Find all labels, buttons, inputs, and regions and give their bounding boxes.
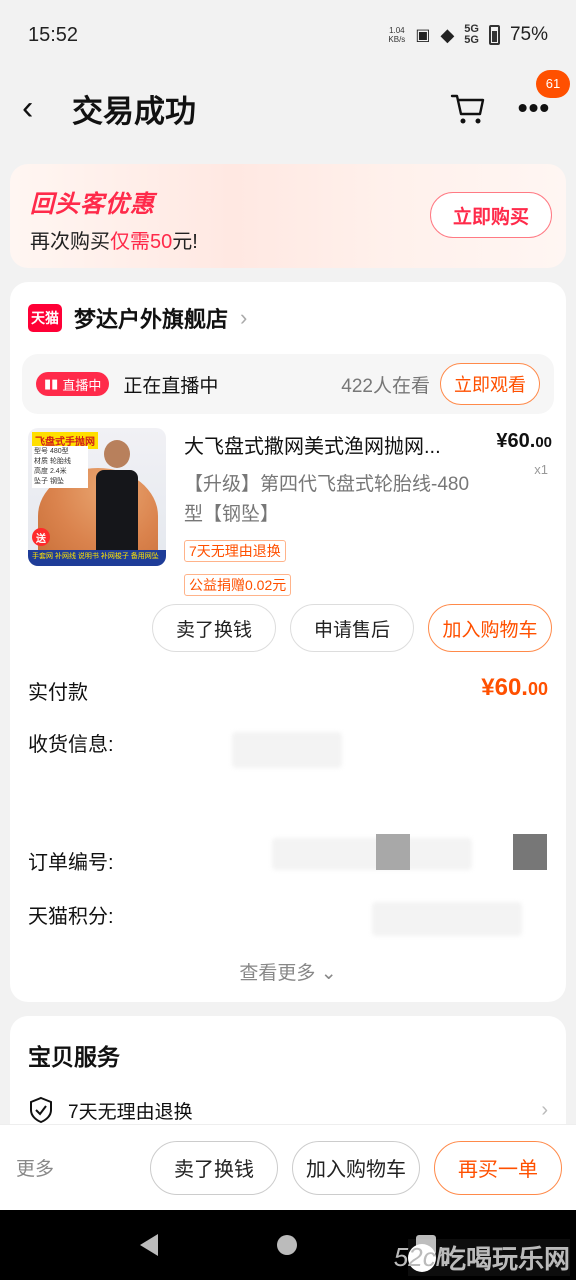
price-dec: 00	[535, 434, 552, 451]
live-viewer-count: 422人在看	[341, 375, 430, 397]
wifi-icon: ◆	[440, 24, 455, 45]
charity-tag: 公益捐赠0.02元	[184, 574, 292, 596]
net-speed-value: 1.04	[389, 26, 405, 35]
paid-label: 实付款	[28, 682, 88, 704]
person-image	[96, 440, 138, 560]
bottom-add-to-cart-button[interactable]: 加入购物车	[292, 1140, 420, 1195]
live-stream-bar[interactable]: ▮▮ 直播中 正在直播中 422人在看 立即观看	[22, 354, 554, 414]
more-button[interactable]: ••• 61	[514, 70, 570, 128]
sell-button[interactable]: 卖了换钱	[152, 604, 276, 652]
net-speed-unit: KB/s	[388, 35, 406, 44]
bottom-sell-button[interactable]: 卖了换钱	[150, 1140, 278, 1195]
product-spec: 【升级】第四代飞盘式轮胎线-480型【钢坠】	[184, 474, 470, 525]
battery-icon	[488, 25, 500, 45]
order-card: 天猫 梦达户外旗舰店 › ▮▮ 直播中 正在直播中 422人在看 立即观看 飞盘式…	[10, 282, 566, 1002]
watermark-logo: 52ch	[393, 1242, 451, 1272]
more-dots-icon: •••	[517, 92, 551, 123]
returning-customer-banner: 回头客优惠 再次购买仅需50元! 立即购买	[10, 164, 566, 268]
chevron-right-icon: ›	[541, 1098, 548, 1121]
chevron-right-icon: ›	[240, 305, 248, 330]
product-thumbnail[interactable]: 飞盘式手抛网 型号 480型 材质 轮胎线 高度 2.4米 坠子 钢坠 送 手套…	[28, 428, 166, 566]
see-more-label: 查看更多	[239, 963, 316, 984]
service-item-label: 7天无理由退换	[68, 1101, 193, 1123]
shipping-info-redacted	[232, 732, 342, 768]
add-to-cart-button[interactable]: 加入购物车	[428, 604, 552, 652]
live-tag-label: 直播中	[62, 377, 102, 393]
thumb-spec-line: 材质 轮胎线	[34, 458, 71, 465]
signal-icon: 5G 5G	[464, 24, 479, 46]
status-time: 15:52	[28, 23, 79, 46]
nfc-icon: ▣	[415, 27, 431, 44]
see-more-link[interactable]: 查看更多 ⌄	[10, 958, 566, 985]
status-icons: 1.04 KB/s ▣ ◆ 5G 5G 75%	[388, 24, 548, 46]
price-int: ¥60.	[496, 430, 536, 452]
thumb-send-badge: 送	[32, 528, 50, 546]
buy-again-button[interactable]: 再买一单	[434, 1140, 562, 1195]
thumb-specs: 型号 480型 材质 轮胎线 高度 2.4米 坠子 钢坠	[32, 446, 88, 488]
copy-icon[interactable]	[513, 834, 547, 870]
watch-now-button[interactable]: 立即观看	[440, 363, 540, 405]
return-policy-tag: 7天无理由退换	[184, 540, 286, 562]
service-title: 宝贝服务	[28, 1044, 120, 1070]
battery-level: 75%	[509, 24, 548, 45]
product-price: ¥60.00	[496, 430, 552, 453]
promo-sub-prefix: 再次购买	[30, 231, 110, 253]
after-sale-button[interactable]: 申请售后	[290, 604, 414, 652]
order-number-label: 订单编号:	[28, 852, 114, 874]
thumb-spec-line: 坠子 钢坠	[34, 478, 64, 485]
promo-sub-suffix: 元!	[172, 231, 198, 253]
top-nav: ‹ 交易成功 ••• 61	[0, 70, 576, 146]
live-bars-icon: ▮▮	[44, 376, 59, 391]
shipping-label: 收货信息:	[28, 734, 114, 756]
more-link[interactable]: 更多	[16, 1154, 54, 1181]
watermark-text: 吃喝玩乐网	[439, 1244, 570, 1274]
buy-now-button[interactable]: 立即购买	[430, 192, 552, 238]
status-bar: 15:52 1.04 KB/s ▣ ◆ 5G 5G 75%	[0, 0, 576, 70]
chevron-down-icon: ⌄	[320, 963, 337, 984]
cart-icon[interactable]	[448, 88, 488, 128]
points-redacted	[372, 902, 522, 936]
shop-header[interactable]: 天猫 梦达户外旗舰店 ›	[28, 302, 247, 334]
page-title: 交易成功	[72, 93, 196, 129]
back-icon[interactable]: ‹	[22, 91, 66, 125]
thumb-bottom-strip: 手套网 补网线 说明书 补网梭子 备用网坠	[28, 550, 166, 566]
thumb-spec-line: 型号 480型	[34, 448, 69, 455]
product-quantity: x1	[534, 462, 548, 477]
thumb-spec-line: 高度 2.4米	[34, 468, 67, 475]
live-text: 正在直播中	[123, 375, 219, 397]
shield-check-icon	[30, 1096, 52, 1124]
live-tag: ▮▮ 直播中	[36, 372, 110, 396]
bottom-action-bar: 更多 卖了换钱 加入购物车 再买一单	[0, 1124, 576, 1210]
paid-int: ¥60.	[481, 674, 528, 701]
tmall-logo: 天猫	[28, 304, 62, 332]
points-label: 天猫积分:	[28, 906, 114, 928]
system-nav-bar: 52ch 吃喝玩乐网	[0, 1210, 576, 1280]
product-title[interactable]: 大飞盘式撒网美式渔网抛网...	[184, 430, 474, 459]
site-watermark: 52ch 吃喝玩乐网	[393, 1239, 570, 1276]
system-home-icon[interactable]	[276, 1235, 297, 1255]
system-back-icon[interactable]	[139, 1234, 158, 1256]
shop-name: 梦达户外旗舰店	[74, 307, 229, 332]
order-number-mosaic	[376, 834, 410, 870]
message-badge: 61	[536, 70, 570, 98]
promo-sub-highlight: 仅需50	[110, 231, 173, 253]
paid-dec: 00	[527, 679, 548, 699]
paid-amount: ¥60.00	[481, 674, 548, 702]
signal-label-2: 5G	[464, 34, 479, 46]
service-item[interactable]: 7天无理由退换 ›	[28, 1096, 548, 1124]
net-speed: 1.04 KB/s	[388, 26, 405, 44]
order-number-redacted	[272, 838, 472, 870]
